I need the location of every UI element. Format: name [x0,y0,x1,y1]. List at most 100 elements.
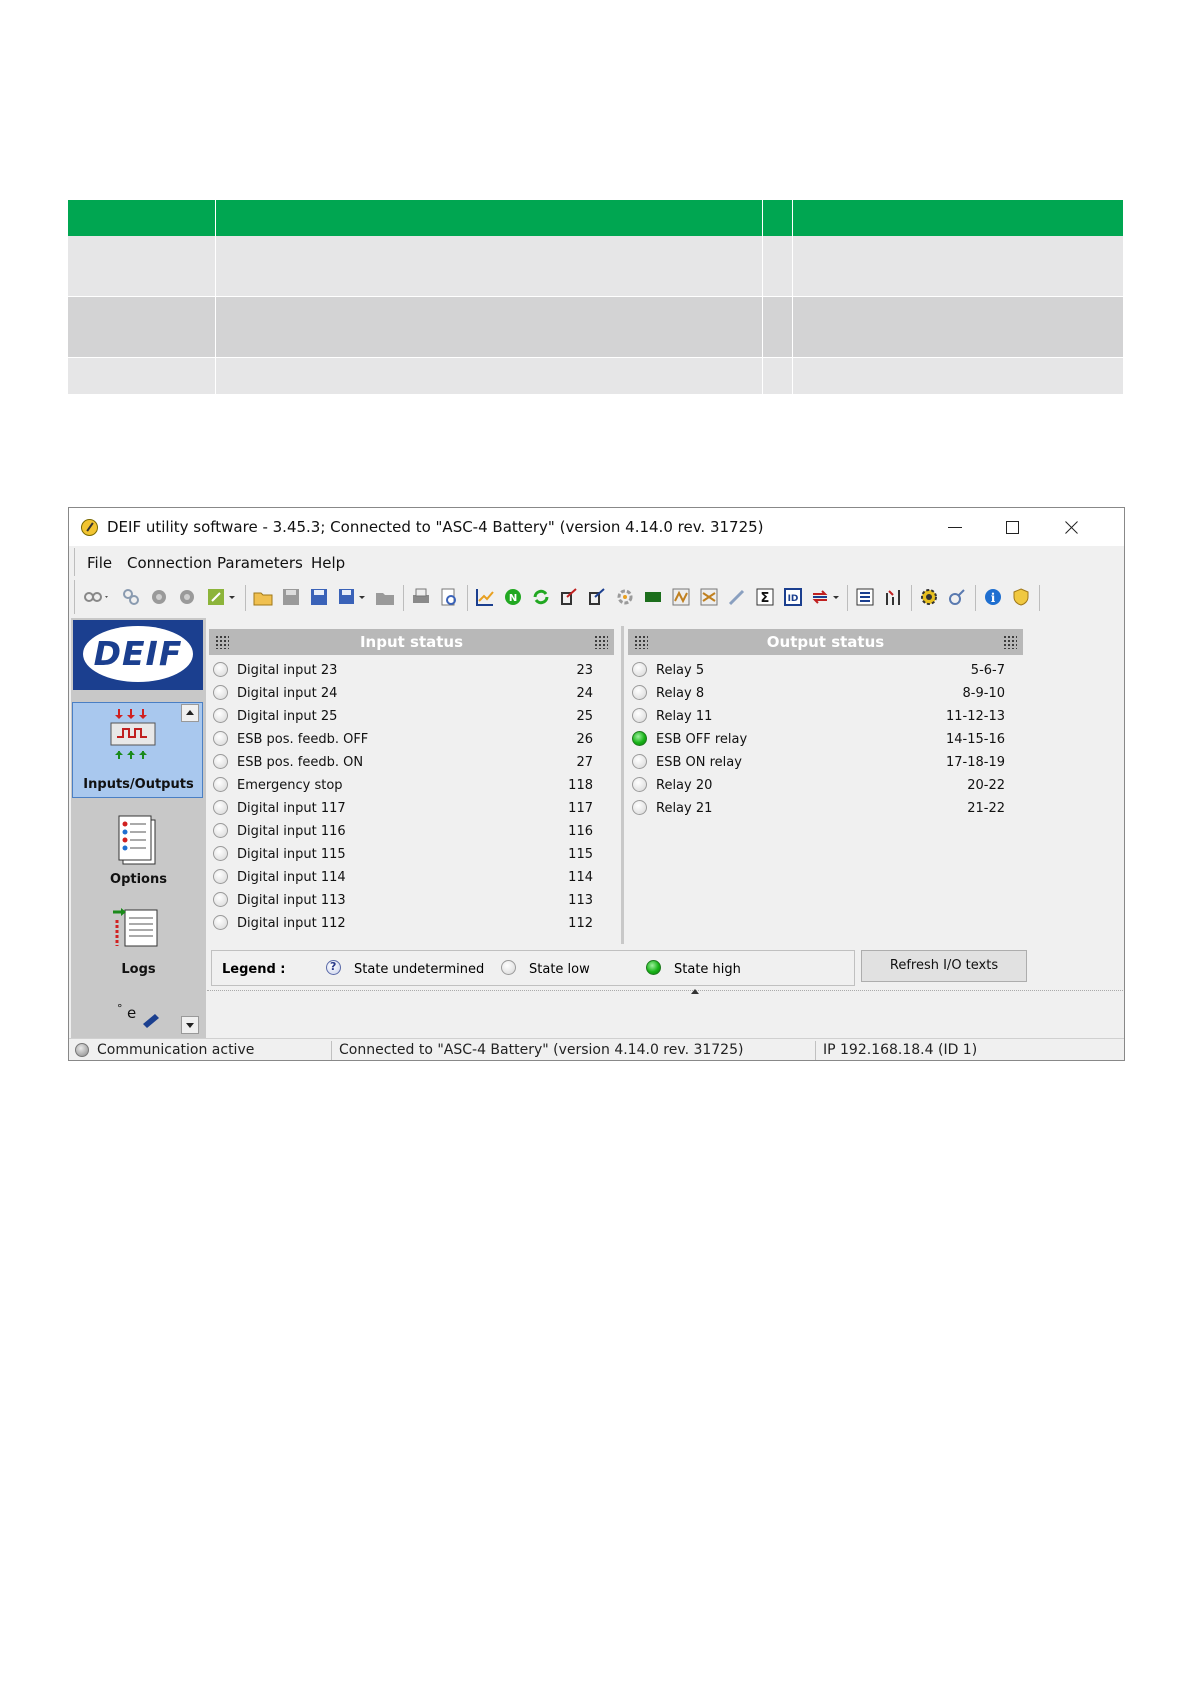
permission-icon[interactable] [207,587,237,607]
state-high-icon [632,731,647,746]
chevron-up-icon[interactable] [691,989,699,994]
input-row: Digital input 115 115 [213,842,593,867]
refresh-io-texts-button[interactable]: Refresh I/O texts [861,950,1027,982]
close-file-icon[interactable] [375,587,395,607]
input-row: Digital input 25 25 [213,704,593,729]
app-icon [81,519,98,536]
output-terminal: 21-22 [967,801,1005,816]
communication-status-icon [75,1043,89,1057]
grip-icon[interactable] [1003,635,1017,649]
input-label: Digital input 112 [237,916,346,931]
output-label: Relay 20 [656,778,713,793]
save-icon[interactable] [309,587,329,607]
grip-icon[interactable] [594,635,608,649]
toolbar-separator [847,585,848,611]
title-bar[interactable]: DEIF utility software - 3.45.3; Connecte… [69,508,1124,546]
disconnect-icon[interactable] [121,587,141,607]
transfer-icon[interactable] [811,587,841,607]
status-communication: Communication active [97,1042,255,1058]
input-label: Digital input 23 [237,663,338,678]
nav-scroll-up-button[interactable] [181,704,199,722]
refresh-icon[interactable] [531,587,551,607]
read-device-icon[interactable] [149,587,169,607]
input-status-title: Input status [359,633,464,651]
menu-connection[interactable]: Connection [127,554,212,572]
output-label: ESB ON relay [656,755,742,770]
receive-icon[interactable] [587,587,607,607]
output-terminal: 14-15-16 [945,732,1005,747]
list-icon[interactable] [855,587,875,607]
id-icon[interactable]: ID [783,587,803,607]
translation-icon[interactable] [699,587,719,607]
input-row: Digital input 117 117 [213,796,593,821]
state-low-icon [213,754,228,769]
state-low-icon [632,800,647,815]
menu-file[interactable]: File [87,554,112,572]
trend-icon[interactable] [475,587,495,607]
send-icon[interactable] [559,587,579,607]
m-logic-icon[interactable] [671,587,691,607]
nav-label-options[interactable]: Options [71,872,206,887]
output-terminal: 17-18-19 [945,755,1005,770]
maximize-button[interactable] [985,508,1041,546]
input-label: Digital input 115 [237,847,346,862]
n-green-icon[interactable]: N [503,587,523,607]
splitter[interactable] [207,990,1123,997]
translation-nav-icon[interactable]: ° e [115,1000,165,1030]
nav-scroll-down-button[interactable] [181,1016,199,1034]
svg-text:N: N [509,593,517,604]
menu-parameters[interactable]: Parameters [217,554,303,572]
state-low-icon [501,960,516,975]
output-row: ESB OFF relay 14-15-16 [632,727,1005,752]
state-low-icon [213,662,228,677]
state-low-icon [632,708,647,723]
table-row [68,357,1123,394]
grip-icon[interactable] [634,635,648,649]
state-low-icon [213,846,228,861]
input-label: Digital input 25 [237,709,338,724]
io-chart-icon[interactable] [883,587,903,607]
state-low-icon [632,754,647,769]
toolbar-separator [245,585,246,611]
minimize-button[interactable] [927,508,983,546]
document-table [68,200,1123,394]
save-gray-icon[interactable] [281,587,301,607]
input-terminal: 23 [576,663,593,678]
output-label: Relay 5 [656,663,705,678]
info-icon[interactable]: i [983,587,1003,607]
shield-icon[interactable] [1011,587,1031,607]
svg-text:°: ° [117,1002,123,1015]
input-label: ESB pos. feedb. OFF [237,732,369,747]
input-row: Digital input 113 113 [213,888,593,913]
status-ip: IP 192.168.18.4 (ID 1) [823,1042,978,1058]
legend-bar: Legend : State undetermined State low St… [211,950,855,986]
save-as-icon[interactable] [337,587,367,607]
state-low-icon [213,915,228,930]
grip-icon[interactable] [215,635,229,649]
nav-label-logs[interactable]: Logs [71,962,206,977]
connect-icon[interactable] [83,587,109,607]
print-icon[interactable] [411,587,431,607]
pen-icon[interactable] [727,587,747,607]
settings-gear-icon[interactable] [919,587,939,607]
logs-icon[interactable] [111,906,163,950]
options-icon[interactable] [115,814,159,866]
print-preview-icon[interactable] [439,587,459,607]
sum-icon[interactable]: Σ [755,587,775,607]
svg-text:i: i [991,591,996,605]
input-label: Digital input 114 [237,870,346,885]
output-terminal: 5-6-7 [970,663,1005,678]
input-row: Digital input 24 24 [213,681,593,706]
open-folder-icon[interactable] [253,587,273,607]
input-terminal: 117 [568,801,593,816]
input-label: Digital input 24 [237,686,338,701]
display-icon[interactable] [643,587,663,607]
input-terminal: 24 [576,686,593,701]
menu-help[interactable]: Help [311,554,345,572]
close-button[interactable] [1044,508,1100,546]
left-navigation: DEIF Inputs/Outputs Options Logs ° e [71,618,206,1038]
tools-icon[interactable] [947,587,967,607]
write-device-icon[interactable] [177,587,197,607]
sync-icon[interactable] [615,587,635,607]
svg-text:e: e [127,1004,136,1022]
